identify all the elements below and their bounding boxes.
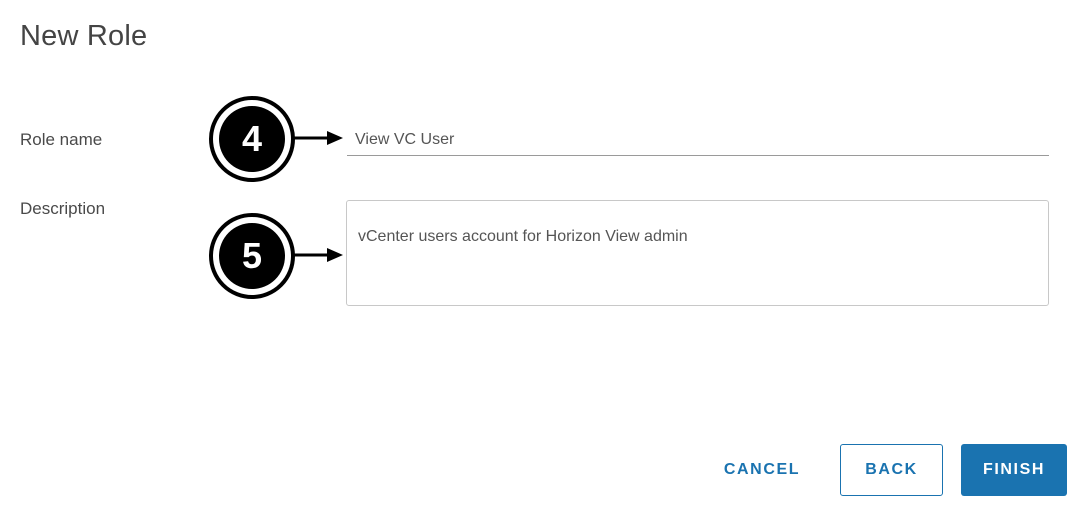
description-label: Description xyxy=(20,199,106,218)
back-button[interactable]: BACK xyxy=(840,444,943,496)
role-name-label: Role name xyxy=(20,130,103,149)
role-name-input[interactable] xyxy=(347,124,1049,156)
callout-number-5: 5 xyxy=(219,223,285,289)
cancel-button[interactable]: CANCEL xyxy=(706,444,818,496)
dialog-title: New Role xyxy=(20,20,148,52)
callout-number-4: 4 xyxy=(219,106,285,172)
callout-step-4: 4 xyxy=(209,96,295,182)
callout-step-5: 5 xyxy=(209,213,295,299)
description-textarea[interactable]: vCenter users account for Horizon View a… xyxy=(346,200,1049,306)
arrow-right-icon xyxy=(293,248,343,262)
arrow-right-icon xyxy=(293,131,343,145)
finish-button[interactable]: FINISH xyxy=(961,444,1067,496)
